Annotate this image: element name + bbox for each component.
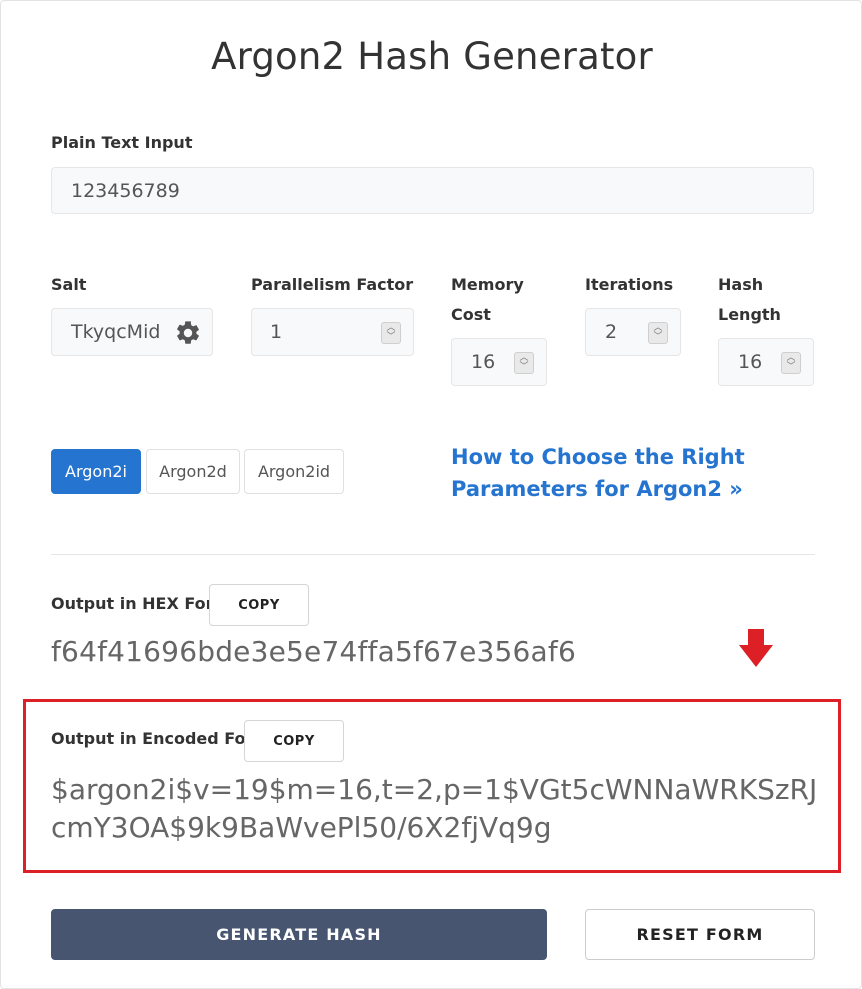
iterations-stepper[interactable]: ︿ ﹀ bbox=[648, 322, 668, 344]
plain-text-label: Plain Text Input bbox=[51, 133, 193, 152]
divider bbox=[51, 554, 815, 555]
iterations-label: Iterations bbox=[585, 275, 674, 294]
memory-stepper[interactable]: ︿ ﹀ bbox=[514, 352, 534, 374]
tab-argon2id[interactable]: Argon2id bbox=[244, 449, 344, 494]
chevron-down-icon[interactable]: ﹀ bbox=[386, 333, 395, 342]
salt-value: TkyqcMid bbox=[71, 321, 161, 343]
generate-hash-button[interactable]: GENERATE HASH bbox=[51, 909, 547, 960]
generator-card: Argon2 Hash Generator Plain Text Input 1… bbox=[0, 0, 862, 989]
plain-text-input[interactable]: 123456789 bbox=[51, 167, 814, 214]
salt-label: Salt bbox=[51, 275, 87, 294]
hash-length-label-line2: Length bbox=[718, 305, 781, 324]
memory-input[interactable]: 16 ︿ ﹀ bbox=[451, 338, 547, 386]
arrow-down-icon bbox=[739, 629, 773, 667]
gear-icon[interactable] bbox=[174, 319, 202, 347]
parallelism-value: 1 bbox=[270, 321, 283, 343]
memory-label-line1: Memory bbox=[451, 275, 524, 294]
hash-length-value: 16 bbox=[738, 351, 763, 373]
hash-length-stepper[interactable]: ︿ ﹀ bbox=[781, 352, 801, 374]
hash-length-label-line1: Hash bbox=[718, 275, 764, 294]
memory-label-line2: Cost bbox=[451, 305, 491, 324]
parallelism-input[interactable]: 1 ︿ ﹀ bbox=[251, 308, 414, 356]
page-title: Argon2 Hash Generator bbox=[211, 35, 653, 78]
hex-output-label: Output in HEX Form bbox=[51, 594, 231, 613]
memory-value: 16 bbox=[471, 351, 496, 373]
iterations-value: 2 bbox=[605, 321, 618, 343]
reset-form-button[interactable]: RESET FORM bbox=[585, 909, 815, 960]
copy-encoded-button[interactable]: COPY bbox=[244, 720, 344, 762]
parallelism-label: Parallelism Factor bbox=[251, 275, 414, 294]
iterations-input[interactable]: 2 ︿ ﹀ bbox=[585, 308, 681, 356]
encoded-output-value: $argon2i$v=19$m=16,t=2,p=1$VGt5cWNNaWRKS… bbox=[51, 773, 818, 844]
hex-output-value: f64f41696bde3e5e74ffa5f67e356af6 bbox=[51, 635, 576, 668]
plain-text-value: 123456789 bbox=[71, 179, 180, 202]
chevron-down-icon[interactable]: ﹀ bbox=[653, 333, 662, 342]
help-link-line2[interactable]: Parameters for Argon2 » bbox=[451, 473, 751, 505]
encoded-output-label: Output in Encoded Form bbox=[51, 729, 271, 748]
help-link-line1[interactable]: How to Choose the Right bbox=[451, 441, 751, 473]
chevron-down-icon[interactable]: ﹀ bbox=[786, 363, 795, 372]
tab-argon2d[interactable]: Argon2d bbox=[146, 449, 240, 494]
tab-argon2i[interactable]: Argon2i bbox=[51, 449, 141, 494]
chevron-down-icon[interactable]: ﹀ bbox=[519, 363, 528, 372]
copy-hex-button[interactable]: COPY bbox=[209, 584, 309, 626]
help-link[interactable]: How to Choose the Right Parameters for A… bbox=[451, 441, 751, 505]
hash-length-input[interactable]: 16 ︿ ﹀ bbox=[718, 338, 814, 386]
parallelism-stepper[interactable]: ︿ ﹀ bbox=[381, 322, 401, 344]
salt-input[interactable]: TkyqcMid bbox=[51, 308, 213, 356]
